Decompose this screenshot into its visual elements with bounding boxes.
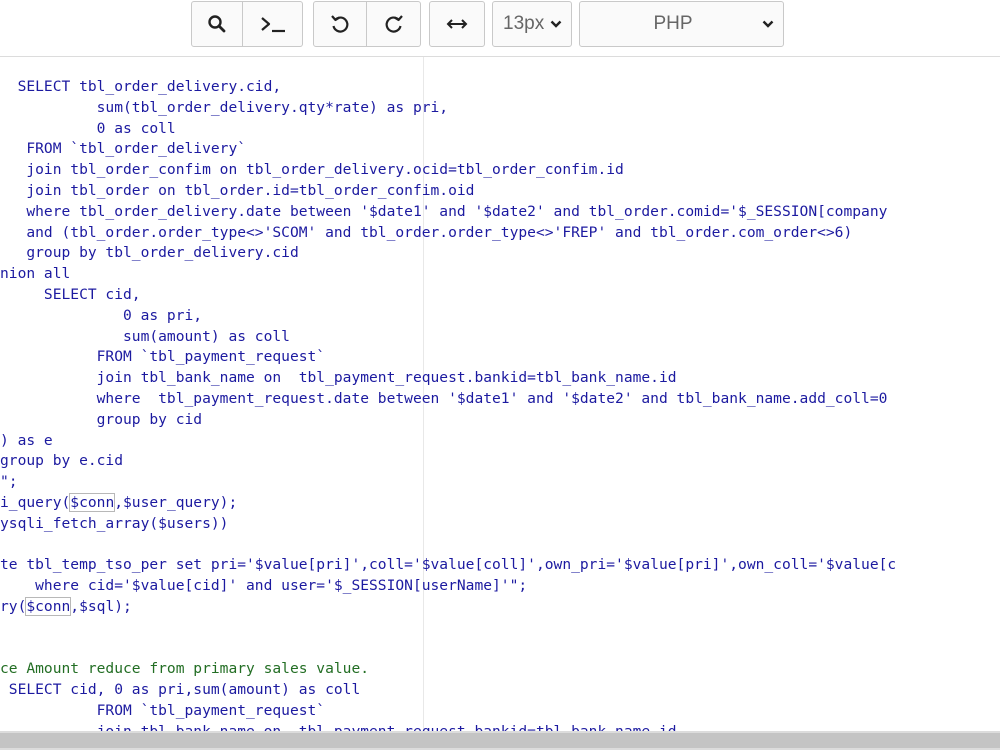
code-line: join tbl_order on tbl_order.id=tbl_order… — [0, 182, 475, 199]
wrap-toggle-button[interactable] — [429, 1, 485, 47]
code-line: "; — [0, 473, 18, 490]
scrollbar-thumb[interactable] — [0, 733, 1000, 748]
chevron-down-icon — [550, 20, 562, 28]
search-icon — [208, 15, 226, 33]
code-line: i_query($conn,$user_query); — [0, 493, 238, 512]
font-size-value: 13px — [503, 13, 545, 34]
language-select[interactable]: PHP — [579, 1, 784, 47]
code-line: SELECT tbl_order_delivery.cid, — [0, 78, 282, 95]
code-line: where tbl_payment_request.date between '… — [0, 390, 888, 407]
code-line: 0 as pri, — [0, 307, 203, 324]
horizontal-scrollbar[interactable] — [0, 731, 1000, 750]
chevron-down-icon — [762, 20, 774, 28]
code-line: te tbl_temp_tso_per set pri='$value[pri]… — [0, 556, 897, 573]
code-editor[interactable]: SELECT tbl_order_delivery.cid, sum(tbl_o… — [0, 57, 1000, 731]
console-icon — [260, 17, 285, 33]
code-line: ysqli_fetch_array($users)) — [0, 515, 229, 532]
console-button[interactable] — [243, 1, 303, 47]
code-line: sum(amount) as coll — [0, 328, 290, 345]
wrap-toggle-icon — [446, 19, 468, 29]
code-line: SELECT cid, — [0, 286, 141, 303]
code-line: where cid='$value[cid]' and user='$_SESS… — [0, 577, 528, 594]
code-line: ) as e — [0, 432, 53, 449]
font-size-select[interactable]: 13px — [492, 1, 572, 47]
code-line: 0 as coll — [0, 120, 176, 137]
code-line: SELECT cid, 0 as pri,sum(amount) as coll — [0, 681, 361, 698]
word-highlight: $conn — [25, 597, 72, 616]
undo-icon — [331, 15, 349, 33]
search-button[interactable] — [191, 1, 243, 47]
code-line: join tbl_bank_name on tbl_payment_reques… — [0, 369, 677, 386]
code-line: FROM `tbl_payment_request` — [0, 702, 326, 719]
code-line: ry($conn,$sql); — [0, 597, 132, 616]
code-line: FROM `tbl_payment_request` — [0, 348, 326, 365]
code-line: group by e.cid — [0, 452, 124, 469]
redo-icon — [385, 15, 403, 33]
code-line: and (tbl_order.order_type<>'SCOM' and tb… — [0, 224, 853, 241]
redo-button[interactable] — [367, 1, 421, 47]
code-line: ce Amount reduce from primary sales valu… — [0, 660, 370, 677]
code-line: nion all — [0, 265, 71, 282]
code-line: join tbl_bank_name on tbl_payment_reques… — [0, 721, 677, 731]
undo-button[interactable] — [313, 1, 367, 47]
language-value: PHP — [653, 13, 693, 34]
code-line: group by tbl_order_delivery.cid — [0, 244, 299, 261]
code-line: where tbl_order_delivery.date between '$… — [0, 203, 888, 220]
word-highlight: $conn — [69, 493, 116, 512]
code-line: sum(tbl_order_delivery.qty*rate) as pri, — [0, 99, 449, 116]
editor-toolbar: 13px PHP — [0, 0, 1000, 57]
code-line: join tbl_order_confim on tbl_order_deliv… — [0, 161, 624, 178]
code-line: group by cid — [0, 411, 203, 428]
code-line: FROM `tbl_order_delivery` — [0, 140, 247, 157]
